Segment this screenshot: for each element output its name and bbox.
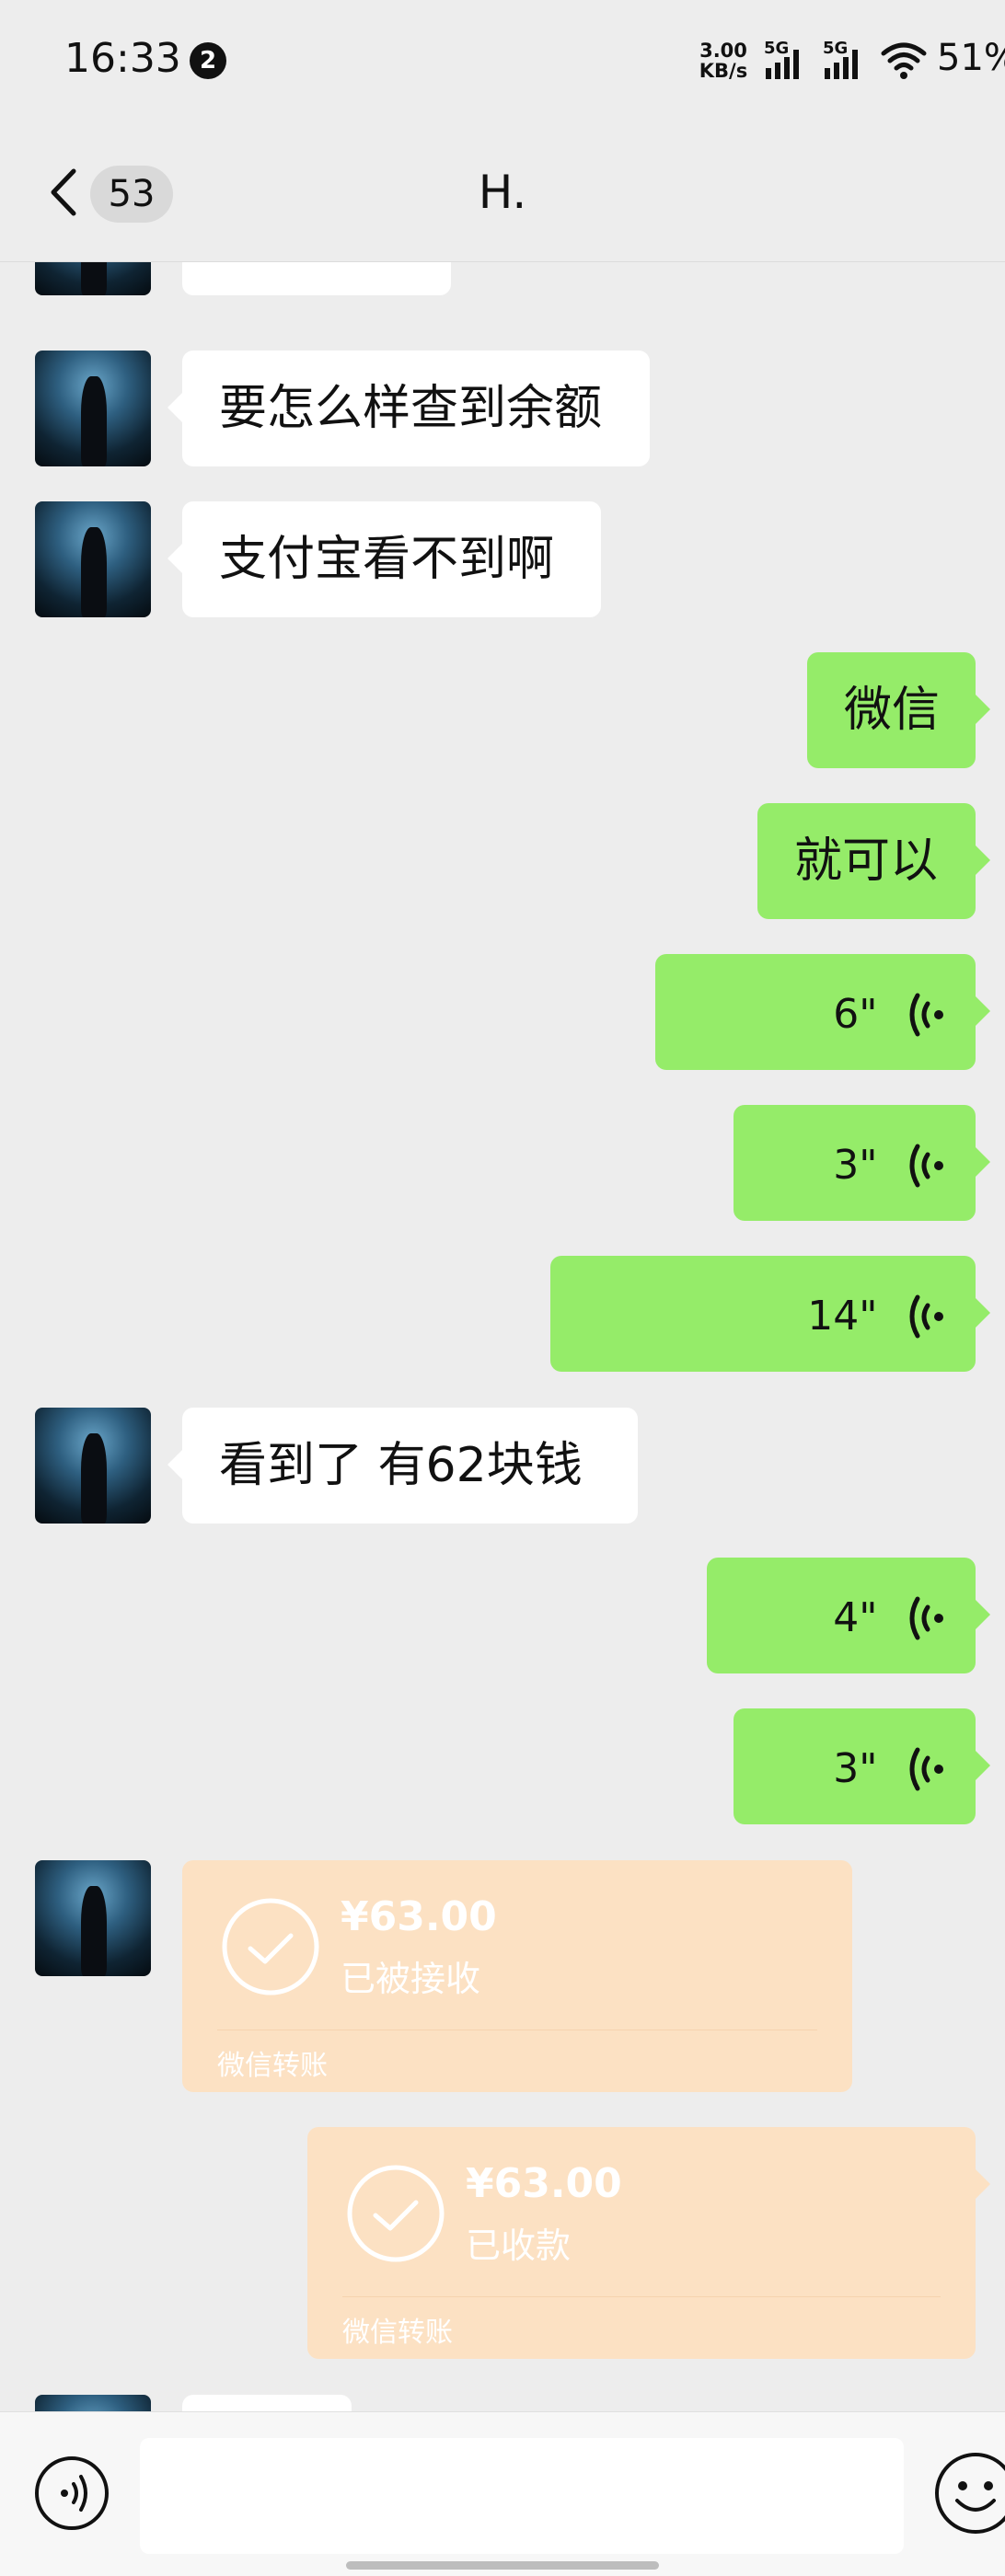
sim2-label: 5G <box>823 39 849 58</box>
status-bar: 16:33 2 3.00 KB/s 5G 5G 51 <box>0 0 1005 120</box>
contact-avatar[interactable] <box>35 1408 151 1524</box>
status-time: 16:33 <box>64 35 181 82</box>
emoji-icon[interactable] <box>933 2451 1005 2536</box>
network-speed: 3.00 KB/s <box>696 40 751 81</box>
transfer-amount: ¥63.00 <box>466 2160 622 2207</box>
voice-duration: 4" <box>833 1594 878 1641</box>
voice-message-outgoing[interactable]: 4" <box>707 1558 990 1673</box>
transfer-divider <box>342 2296 941 2297</box>
voice-message-outgoing[interactable]: 3" <box>734 1105 990 1221</box>
input-bar <box>0 2411 1005 2576</box>
home-indicator[interactable] <box>346 2561 659 2570</box>
transfer-kind: 微信转账 <box>217 2050 328 2082</box>
voice-wave-icon <box>909 1747 943 1791</box>
transfer-kind: 微信转账 <box>342 2317 453 2349</box>
voice-input-icon[interactable] <box>33 2455 110 2532</box>
voice-duration: 3" <box>833 1142 878 1189</box>
message-bubble-outgoing[interactable]: 微信 <box>807 652 990 768</box>
transfer-card-outgoing[interactable]: ¥63.00 已收款 微信转账 <box>307 2127 990 2359</box>
contact-avatar[interactable] <box>35 1860 151 1976</box>
network-speed-unit: KB/s <box>699 60 748 82</box>
voice-duration: 6" <box>833 991 878 1038</box>
avatar-figure <box>81 526 108 617</box>
voice-message-outgoing[interactable]: 3" <box>734 1708 990 1824</box>
signal-bars-icon: 5G <box>821 39 867 83</box>
transfer-status: 已被接收 <box>341 1959 481 1999</box>
message-bubble-incoming[interactable]: 要怎么样查到余额 <box>168 351 650 466</box>
notification-count-badge: 2 <box>190 42 226 79</box>
transfer-amount: ¥63.00 <box>341 1893 497 1940</box>
voice-duration: 14" <box>807 1293 878 1340</box>
chat-header: 53 H. <box>0 120 1005 262</box>
message-bubble-outgoing[interactable]: 就可以 <box>757 803 990 919</box>
contact-avatar[interactable] <box>35 2395 151 2411</box>
contact-avatar[interactable] <box>35 351 151 466</box>
voice-message-outgoing[interactable]: 14" <box>550 1256 990 1372</box>
check-circle-icon <box>347 2165 445 2262</box>
chat-title: H. <box>478 166 527 219</box>
chat-screen: 16:33 2 3.00 KB/s 5G 5G 51 53 H. 要怎么样查到余… <box>0 0 1005 2576</box>
message-input[interactable] <box>140 2438 904 2554</box>
message-bubble-incoming[interactable]: 等我下哈 <box>182 262 451 295</box>
contact-avatar[interactable] <box>35 501 151 617</box>
message-bubble-incoming[interactable]: 支付宝看不到啊 <box>168 501 601 617</box>
voice-wave-icon <box>909 1596 943 1640</box>
battery-level: 51% <box>937 37 1005 79</box>
avatar-figure <box>81 375 108 466</box>
voice-wave-icon <box>909 1294 943 1339</box>
contact-avatar[interactable] <box>35 262 151 295</box>
message-list[interactable]: 等我下哈 要怎么样查到余额 支付宝看不到啊 微信 就可以 6" 3" <box>0 262 1005 2411</box>
avatar-figure <box>81 1885 108 1976</box>
avatar-figure <box>81 1432 108 1524</box>
avatar-figure <box>81 262 108 295</box>
message-bubble-incoming[interactable]: 看到了 有62块钱 <box>168 1408 638 1524</box>
transfer-card-incoming[interactable]: ¥63.00 已被接收 微信转账 <box>182 1860 852 2092</box>
transfer-status: 已收款 <box>466 2225 572 2266</box>
voice-wave-icon <box>909 993 943 1037</box>
signal-bars-icon: 5G <box>762 39 808 83</box>
voice-message-outgoing[interactable]: 6" <box>655 954 990 1070</box>
voice-wave-icon <box>909 1144 943 1188</box>
network-speed-value: 3.00 <box>699 40 747 62</box>
check-circle-icon <box>222 1898 319 1995</box>
voice-duration: 3" <box>833 1745 878 1792</box>
sim1-label: 5G <box>764 39 790 58</box>
wifi-icon <box>881 42 927 79</box>
message-bubble-incoming[interactable] <box>182 2395 352 2411</box>
